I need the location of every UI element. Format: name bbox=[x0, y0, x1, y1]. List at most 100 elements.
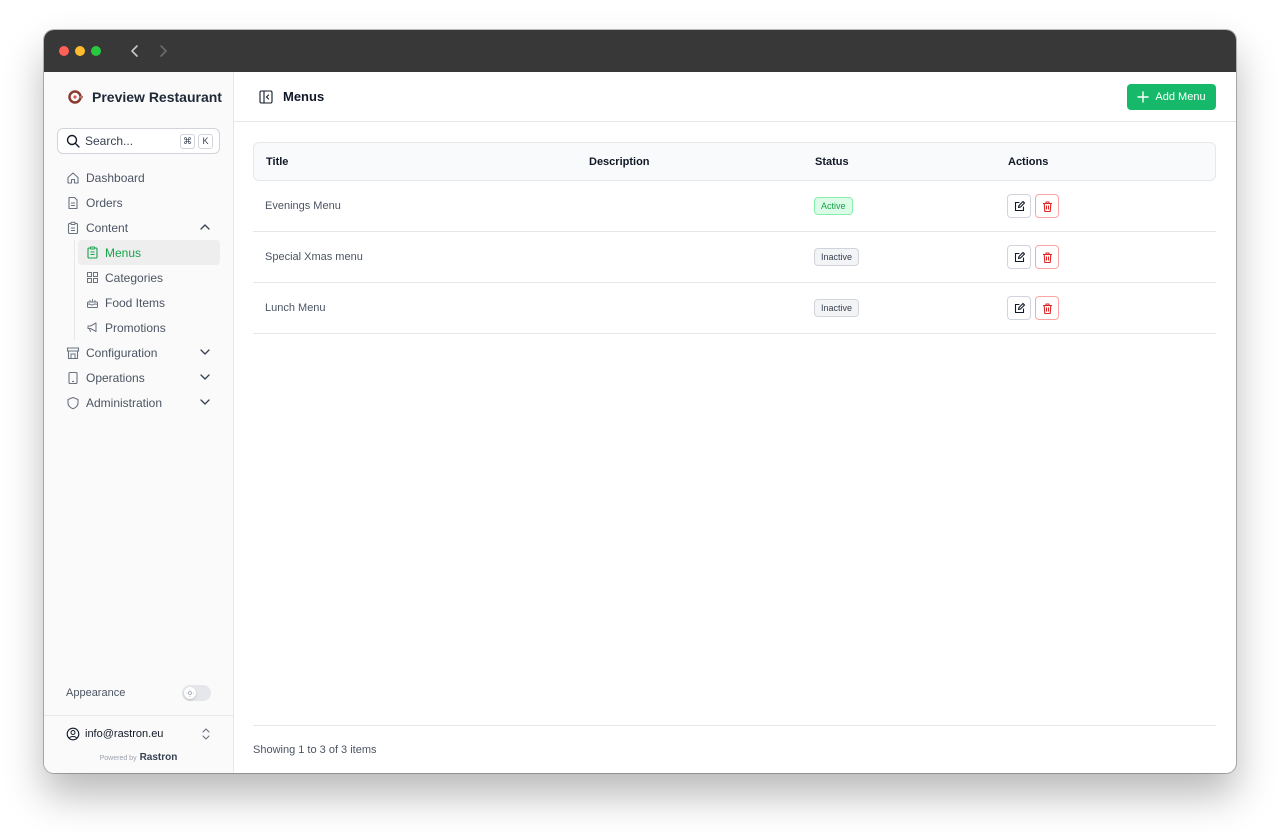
edit-button[interactable] bbox=[1007, 296, 1031, 320]
user-circle-icon bbox=[66, 727, 80, 741]
delete-button[interactable] bbox=[1035, 296, 1059, 320]
sidebar-nav: Dashboard Orders Content Menus Categorie… bbox=[44, 165, 233, 415]
search-placeholder: Search... bbox=[85, 134, 134, 148]
sidebar-item-label: Menus bbox=[105, 245, 142, 260]
sidebar-item-configuration[interactable]: Configuration bbox=[44, 340, 233, 365]
table-row[interactable]: Lunch Menu Inactive bbox=[253, 283, 1216, 334]
brand[interactable]: Preview Restaurant bbox=[44, 72, 233, 122]
status-badge: Inactive bbox=[814, 299, 860, 317]
powered-by: Powered by Rastron bbox=[44, 752, 233, 763]
sidebar-item-label: Configuration bbox=[86, 345, 158, 360]
megaphone-icon bbox=[86, 321, 99, 334]
menus-table: Title Description Status Actions Evening… bbox=[253, 142, 1216, 334]
status-badge: Active bbox=[814, 197, 853, 215]
document-icon bbox=[66, 196, 80, 210]
shortcut-key-k: K bbox=[198, 133, 213, 149]
trash-icon bbox=[1042, 302, 1052, 314]
grid-icon bbox=[86, 271, 99, 284]
restaurant-logo-icon bbox=[68, 89, 84, 105]
sidebar-item-operations[interactable]: Operations bbox=[44, 365, 233, 390]
forward-arrow-icon[interactable] bbox=[153, 41, 173, 61]
minimize-window-button[interactable] bbox=[75, 46, 85, 56]
row-title: Special Xmas menu bbox=[265, 251, 363, 263]
edit-button[interactable] bbox=[1007, 194, 1031, 218]
content-subnav: Menus Categories Food Items Promotions bbox=[74, 240, 233, 340]
sidebar-item-dashboard[interactable]: Dashboard bbox=[44, 165, 233, 190]
edit-button[interactable] bbox=[1007, 245, 1031, 269]
add-menu-button[interactable]: Add Menu bbox=[1127, 84, 1216, 110]
column-header-title[interactable]: Title bbox=[254, 156, 589, 168]
maximize-window-button[interactable] bbox=[91, 46, 101, 56]
sidebar-item-food-items[interactable]: Food Items bbox=[78, 290, 220, 315]
account-email: info@rastron.eu bbox=[85, 728, 164, 740]
clipboard-icon bbox=[66, 221, 80, 235]
brand-name: Preview Restaurant bbox=[92, 89, 222, 105]
powered-by-brand: Rastron bbox=[139, 752, 178, 763]
tablet-icon bbox=[66, 371, 80, 385]
search-input[interactable]: Search... ⌘ K bbox=[57, 128, 220, 154]
edit-icon bbox=[1014, 200, 1025, 211]
main-content: Menus Add Menu Title Description Status … bbox=[234, 72, 1236, 773]
sidebar: Preview Restaurant Search... ⌘ K Dashboa… bbox=[44, 72, 234, 773]
row-title: Lunch Menu bbox=[265, 302, 326, 314]
appearance-toggle[interactable] bbox=[182, 685, 211, 701]
cake-icon bbox=[86, 296, 99, 309]
sidebar-item-label: Content bbox=[86, 220, 129, 235]
shortcut-key-cmd: ⌘ bbox=[180, 133, 195, 149]
sidebar-item-administration[interactable]: Administration bbox=[44, 390, 233, 415]
column-header-description[interactable]: Description bbox=[589, 156, 815, 168]
sidebar-item-promotions[interactable]: Promotions bbox=[78, 315, 220, 340]
trash-icon bbox=[1042, 200, 1052, 212]
chevron-up-down-icon bbox=[201, 727, 211, 741]
table-row[interactable]: Evenings Menu Active bbox=[253, 181, 1216, 232]
table-header: Title Description Status Actions bbox=[253, 142, 1216, 181]
account-menu[interactable]: info@rastron.eu bbox=[44, 716, 233, 752]
trash-icon bbox=[1042, 251, 1052, 263]
home-icon bbox=[66, 171, 80, 185]
status-badge: Inactive bbox=[814, 248, 860, 266]
column-header-status[interactable]: Status bbox=[815, 156, 1008, 168]
edit-icon bbox=[1014, 302, 1025, 313]
table-row[interactable]: Special Xmas menu Inactive bbox=[253, 232, 1216, 283]
sidebar-toggle-icon[interactable] bbox=[259, 89, 273, 104]
edit-icon bbox=[1014, 251, 1025, 262]
sidebar-item-label: Promotions bbox=[105, 320, 166, 335]
sidebar-item-label: Food Items bbox=[105, 295, 166, 310]
store-icon bbox=[66, 346, 80, 360]
chevron-down-icon[interactable] bbox=[199, 396, 211, 408]
back-arrow-icon[interactable] bbox=[125, 41, 145, 61]
sidebar-item-orders[interactable]: Orders bbox=[44, 190, 233, 215]
column-header-actions: Actions bbox=[1008, 155, 1049, 168]
sidebar-item-label: Operations bbox=[86, 370, 145, 385]
chevron-down-icon[interactable] bbox=[199, 371, 211, 383]
browser-window: Preview Restaurant Search... ⌘ K Dashboa… bbox=[44, 30, 1236, 773]
table-footer: Showing 1 to 3 of 3 items bbox=[253, 725, 1216, 773]
sidebar-item-content[interactable]: Content bbox=[44, 215, 233, 240]
delete-button[interactable] bbox=[1035, 245, 1059, 269]
appearance-label: Appearance bbox=[66, 687, 126, 699]
sidebar-footer: info@rastron.eu Powered by Rastron bbox=[44, 715, 233, 773]
sidebar-item-categories[interactable]: Categories bbox=[78, 265, 220, 290]
add-menu-button-label: Add Menu bbox=[1155, 91, 1206, 103]
page-title: Menus bbox=[283, 89, 325, 104]
close-window-button[interactable] bbox=[59, 46, 69, 56]
delete-button[interactable] bbox=[1035, 194, 1059, 218]
powered-by-label: Powered by bbox=[99, 755, 137, 762]
row-title: Evenings Menu bbox=[265, 200, 341, 212]
shield-icon bbox=[66, 396, 80, 410]
appearance-setting: Appearance bbox=[66, 685, 211, 701]
search-icon bbox=[66, 134, 80, 148]
plus-icon bbox=[1137, 91, 1150, 103]
sidebar-item-label: Orders bbox=[86, 195, 123, 210]
sidebar-item-label: Dashboard bbox=[86, 170, 145, 185]
sidebar-item-label: Categories bbox=[105, 270, 164, 285]
pagination-summary: Showing 1 to 3 of 3 items bbox=[253, 743, 377, 756]
chevron-down-icon[interactable] bbox=[199, 346, 211, 358]
window-titlebar bbox=[44, 30, 1236, 72]
sidebar-item-menus[interactable]: Menus bbox=[78, 240, 220, 265]
page-header: Menus Add Menu bbox=[234, 72, 1236, 122]
sun-icon bbox=[184, 687, 196, 699]
chevron-up-icon[interactable] bbox=[199, 221, 211, 233]
sidebar-item-label: Administration bbox=[86, 395, 163, 410]
clipboard-list-icon bbox=[86, 246, 99, 259]
